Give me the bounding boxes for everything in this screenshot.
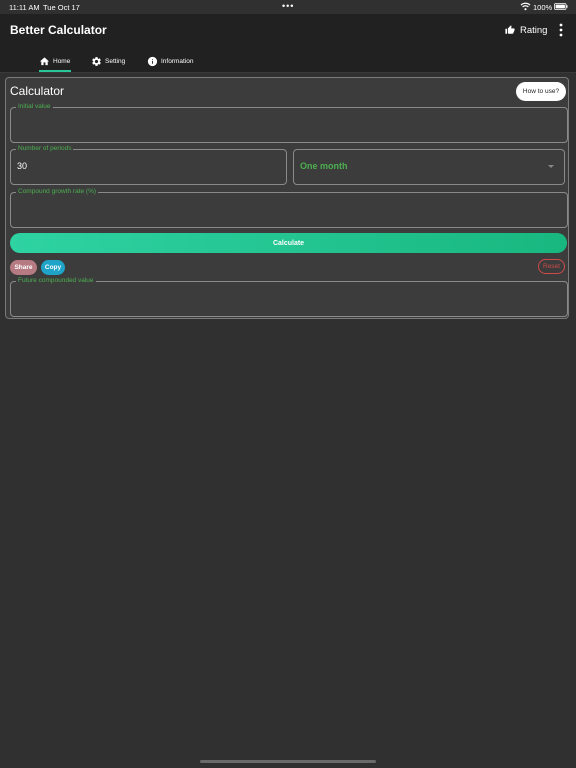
gear-icon — [92, 56, 101, 66]
app-title: Better Calculator — [10, 23, 107, 37]
calculate-button[interactable]: Calculate — [10, 233, 567, 253]
period-unit-value: One month — [300, 161, 348, 171]
number-of-periods-field[interactable]: Number of periods 30 — [10, 145, 287, 185]
multitasking-dots[interactable]: ••• — [282, 1, 294, 11]
rating-label: Rating — [520, 24, 548, 36]
tab-information[interactable]: Information — [147, 50, 202, 72]
thumbs-up-icon — [505, 25, 515, 34]
status-date: Tue Oct 17 — [43, 3, 80, 12]
future-value-label: Future compounded value — [16, 277, 96, 285]
rating-button[interactable]: Rating — [505, 22, 547, 38]
initial-value-field[interactable]: Initial value — [10, 103, 568, 143]
status-time: 11:11 AM — [9, 3, 40, 12]
home-icon — [39, 56, 50, 65]
home-indicator[interactable] — [200, 760, 376, 763]
tab-home-label: Home — [53, 57, 71, 65]
growth-rate-label: Compound growth rate (%) — [16, 188, 99, 196]
tab-home[interactable]: Home — [39, 50, 73, 72]
active-tab-indicator — [39, 70, 71, 72]
wifi-icon — [520, 2, 531, 11]
share-button[interactable]: Share — [10, 260, 37, 275]
tab-information-label: Information — [161, 57, 194, 65]
tab-setting[interactable]: Setting — [91, 50, 131, 72]
battery-percentage: 100% — [533, 3, 553, 12]
tab-bar: Home Setting Information — [0, 50, 576, 72]
app-bar: Better Calculator Rating Home Setting In… — [0, 14, 576, 73]
how-to-use-button[interactable]: How to use? — [516, 82, 566, 101]
battery-icon — [554, 3, 568, 10]
future-value-field: Future compounded value — [10, 277, 568, 317]
more-options-icon[interactable] — [556, 22, 566, 38]
info-icon — [147, 56, 158, 66]
status-bar: 11:11 AM Tue Oct 17 ••• 100% — [0, 0, 576, 14]
number-of-periods-input[interactable]: 30 — [17, 161, 27, 171]
growth-rate-field[interactable]: Compound growth rate (%) — [10, 188, 568, 228]
tab-setting-label: Setting — [105, 57, 126, 65]
reset-button[interactable]: Reset — [538, 259, 565, 274]
period-unit-dropdown[interactable]: One month — [293, 149, 565, 185]
number-of-periods-label: Number of periods — [16, 145, 74, 153]
initial-value-label: Initial value — [16, 103, 53, 111]
card-title: Calculator — [10, 84, 65, 98]
dropdown-arrow-icon — [548, 165, 554, 168]
copy-button[interactable]: Copy — [41, 260, 65, 275]
calculator-card: Calculator How to use? Initial value Num… — [5, 77, 569, 319]
